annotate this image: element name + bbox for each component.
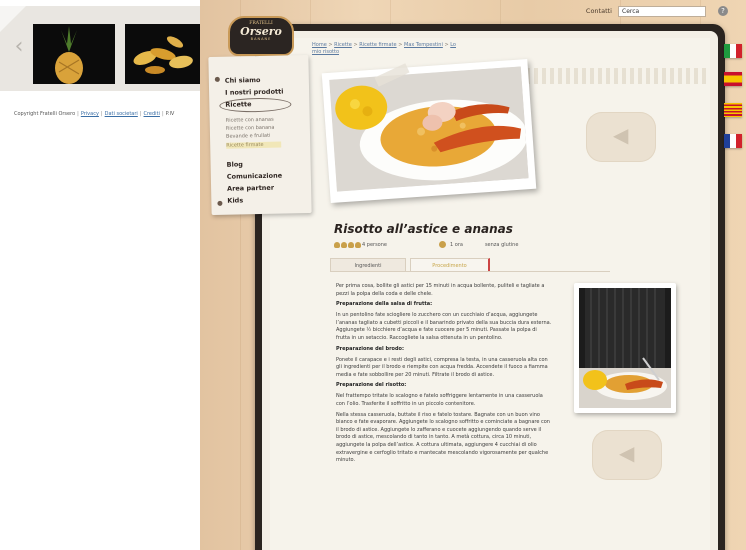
procedure-heading: Preparazione della salsa di frutta: (336, 301, 433, 308)
nav-item-chi-siamo[interactable]: Chi siamo (225, 76, 261, 85)
breadcrumb: Home > Ricette > Ricette firmate > Max T… (312, 42, 456, 55)
tab-ingredienti[interactable]: Ingredienti (330, 258, 406, 272)
nav-item-kids[interactable]: Kids (227, 196, 243, 204)
procedure-paragraph: Nella stessa casseruola, buttate il riso… (336, 411, 550, 464)
recipe-tabs: Ingredienti Procedimento (330, 258, 490, 272)
flag-italian-icon[interactable] (724, 44, 742, 58)
person-icon (334, 241, 340, 248)
main-page: Contatti ? FRATELLI Orsero BANANE Chi si… (200, 0, 746, 550)
footer-piva: P.IV (165, 111, 175, 117)
breadcrumb-current-cont: mio risotto (312, 49, 339, 55)
breadcrumb-current: Lo (450, 42, 456, 48)
recipe-meta: 4 persone 1 ora senza glutine (334, 241, 518, 248)
recipe-main-photo (321, 58, 537, 204)
nav-sub-ricette-ananas[interactable]: Ricette con ananas (226, 117, 274, 124)
flag-catalan-icon[interactable] (724, 103, 742, 117)
person-icon (355, 241, 361, 248)
prev-recipe-card-bottom[interactable]: ◀ (592, 430, 662, 480)
footer-link-privacy[interactable]: Privacy (81, 111, 99, 117)
procedure-heading: Preparazione del brodo: (336, 345, 404, 352)
orsero-logo[interactable]: FRATELLI Orsero BANANE (228, 16, 294, 56)
nav-sub-ricette-firmate[interactable]: Ricette firmate (226, 141, 282, 149)
main-navigation: Chi siamo I nostri prodotti Ricette Rice… (208, 54, 312, 216)
chef-photo[interactable] (574, 283, 676, 413)
breadcrumb-ricette-firmate[interactable]: Ricette firmate (359, 42, 396, 48)
pineapple-thumbnail[interactable] (33, 24, 115, 84)
breadcrumb-ricette[interactable]: Ricette (334, 42, 352, 48)
chef-photo-image (579, 288, 671, 408)
previous-page-fragment: ‹ Copyright Fratelli Orsero | Privacy | Dati… (0, 0, 200, 140)
recipe-procedure: Per prima cosa, bollite gli astici per 1… (336, 283, 552, 468)
logo-name: Orsero (240, 25, 282, 38)
nav-item-area-partner[interactable]: Area partner (227, 184, 274, 193)
gluten-text: senza glutine (484, 241, 519, 248)
clock-icon (439, 241, 446, 248)
nav-sub-bevande[interactable]: Bevande e frullati (226, 133, 271, 140)
nav-sub-ricette-banana[interactable]: Ricette con banana (226, 125, 275, 132)
product-gallery: ‹ (0, 6, 200, 91)
recipe-title: Risotto all’astice e ananas (334, 222, 513, 236)
nav-item-prodotti[interactable]: I nostri prodotti (225, 88, 283, 97)
arrow-left-icon: ◀ (613, 123, 629, 147)
help-icon[interactable]: ? (718, 6, 728, 16)
gallery-corner (0, 6, 26, 32)
procedure-paragraph: Per prima cosa, bollite gli astici per 1… (336, 283, 545, 297)
person-icon (341, 241, 347, 248)
footer-link-crediti[interactable]: Crediti (144, 111, 160, 117)
nav-item-blog[interactable]: Blog (227, 160, 243, 168)
search-input[interactable] (618, 5, 706, 17)
tab-divider (330, 271, 610, 272)
nav-item-ricette[interactable]: Ricette (225, 100, 251, 109)
nav-item-comunicazione[interactable]: Comunicazione (227, 172, 282, 181)
arrow-left-icon: ◀ (619, 441, 635, 465)
contacts-link[interactable]: Contatti (586, 7, 612, 15)
servings-text: 4 persone (362, 241, 387, 248)
flag-spanish-icon[interactable] (724, 72, 742, 86)
procedure-paragraph: Ponete il carapace e i resti degli astic… (336, 356, 548, 378)
time-text: 1 ora (450, 241, 463, 248)
torn-paper-edge (510, 68, 710, 84)
procedure-heading: Preparazione del risotto: (336, 382, 407, 389)
chevron-left-icon[interactable]: ‹ (10, 36, 28, 58)
top-bar: Contatti ? (586, 4, 728, 18)
tab-procedimento[interactable]: Procedimento (410, 258, 490, 272)
flag-french-icon[interactable] (724, 134, 742, 148)
pin-icon (217, 200, 223, 206)
breadcrumb-max-tempestini[interactable]: Max Tempestini (404, 42, 443, 48)
copyright-text: Copyright Fratelli Orsero (14, 111, 76, 117)
site-footer: Copyright Fratelli Orsero | Privacy | Dati s… (14, 111, 175, 117)
risotto-image (329, 66, 529, 192)
breadcrumb-home[interactable]: Home (312, 42, 327, 48)
procedure-paragraph: In un pentolino fate sciogliere lo zucch… (336, 312, 552, 341)
procedure-paragraph: Nel frattempo tritate lo scalogno e fate… (336, 393, 543, 407)
pin-icon (214, 76, 220, 82)
footer-link-dati-societari[interactable]: Dati societari (105, 111, 138, 117)
prev-recipe-card[interactable]: ◀ (586, 112, 656, 162)
dried-fruit-thumbnail[interactable] (125, 24, 200, 84)
person-icon (348, 241, 354, 248)
